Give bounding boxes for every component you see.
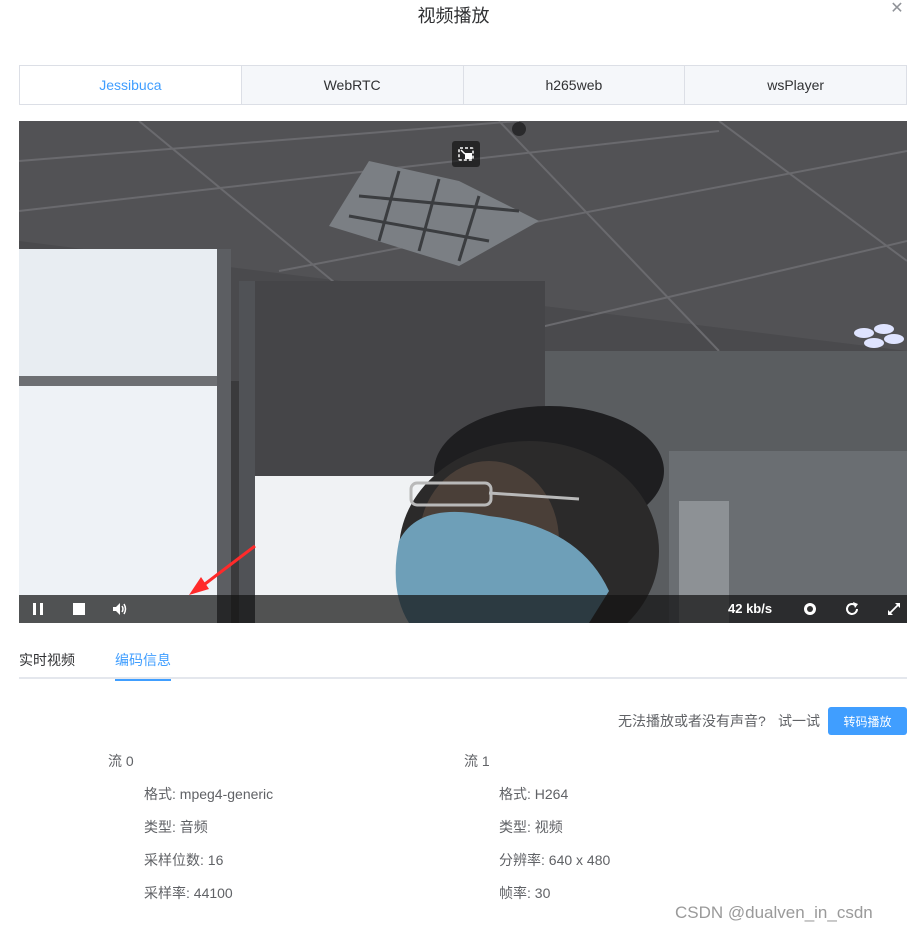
try-link[interactable]: 试一试 (778, 711, 820, 731)
player-tabs: Jessibuca WebRTC h265web wsPlayer (19, 65, 907, 105)
pause-icon[interactable] (28, 599, 48, 619)
video-frame (19, 121, 907, 623)
player-control-bar: 42 kb/s (19, 595, 907, 623)
dialog-title: 视频播放 (417, 6, 490, 26)
stream-0-sample-bits: 采样位数: 16 (144, 852, 224, 868)
video-player[interactable]: 42 kb/s (19, 121, 907, 623)
tab-live-video[interactable]: 实时视频 (19, 650, 75, 679)
close-icon[interactable]: ✕ (888, 0, 906, 18)
stream-1-type: 类型: 视频 (499, 819, 563, 835)
info-tabs: 实时视频 编码信息 (19, 646, 907, 681)
transcode-play-button[interactable]: 转码播放 (828, 707, 907, 735)
fullscreen-icon[interactable] (884, 599, 904, 619)
stream-1-title: 流 1 (464, 753, 490, 769)
stream-0-type: 类型: 音频 (144, 819, 208, 835)
stream-1-resolution: 分辨率: 640 x 480 (499, 852, 611, 868)
stream-0-format: 格式: mpeg4-generic (144, 786, 274, 802)
volume-icon[interactable] (110, 599, 130, 619)
bitrate-label: 42 kb/s (728, 601, 773, 616)
screenshot-icon[interactable] (800, 599, 820, 619)
stream-1-format: 格式: H264 (499, 786, 569, 802)
tab-webrtc[interactable]: WebRTC (242, 66, 464, 104)
tab-jessibuca[interactable]: Jessibuca (20, 66, 242, 104)
stream-0-sample-rate: 采样率: 44100 (144, 885, 233, 901)
transcode-hint: 无法播放或者没有声音? (618, 713, 766, 729)
stop-icon[interactable] (69, 599, 89, 619)
pip-icon[interactable] (452, 141, 480, 167)
tab-h265web[interactable]: h265web (464, 66, 686, 104)
stream-1-framerate: 帧率: 30 (499, 885, 551, 901)
tab-wsplayer[interactable]: wsPlayer (685, 66, 906, 104)
tab-codec-info[interactable]: 编码信息 (115, 650, 171, 681)
watermark: CSDN @dualven_in_csdn (675, 903, 873, 922)
stream-0-title: 流 0 (108, 753, 134, 769)
refresh-icon[interactable] (842, 599, 862, 619)
